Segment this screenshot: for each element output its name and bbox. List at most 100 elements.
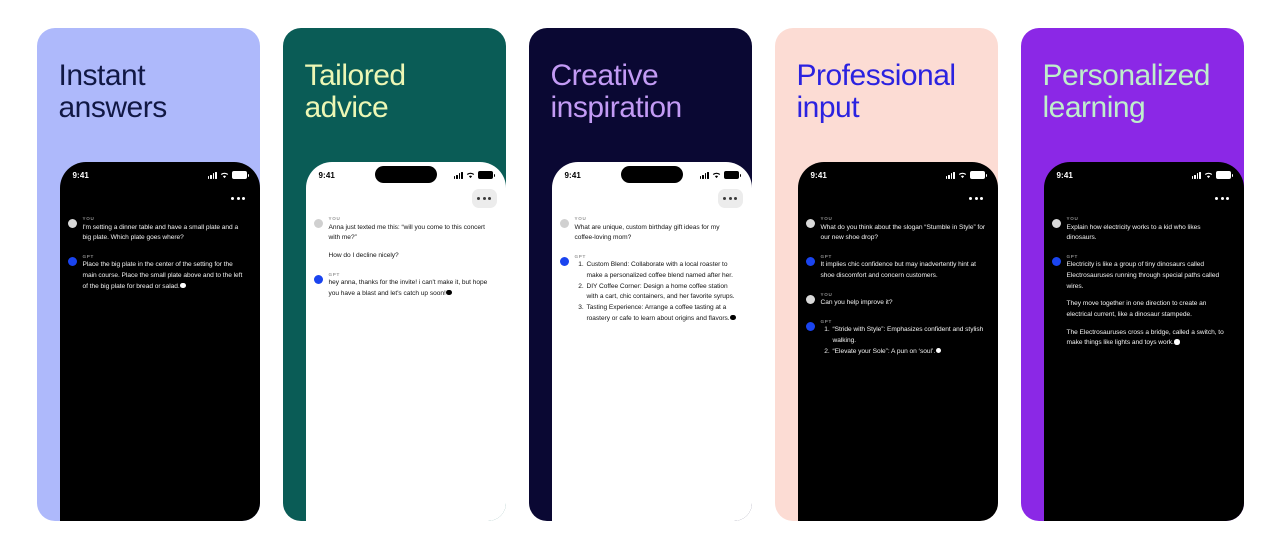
avatar: [313, 274, 323, 284]
message-paragraph: hey anna, thanks for the invite! i can't…: [328, 279, 488, 297]
avatar: [67, 256, 77, 266]
battery-icon: [723, 171, 741, 179]
wifi-icon: [712, 171, 721, 179]
message-text: “Stride with Style”: Emphasizes confiden…: [821, 325, 986, 357]
message-bubble: YOU I'm setting a dinner table and have a…: [83, 216, 248, 244]
message-role-label: YOU: [820, 216, 833, 221]
chat-message: GPT Place the big plate in the center of …: [67, 253, 248, 293]
typing-cursor: [1174, 339, 1180, 345]
status-bar: 9:41: [1044, 162, 1244, 188]
message-paragraph: Explain how electricity works to a kid w…: [1066, 223, 1201, 242]
message-text: It implies chic confidence but may inadv…: [821, 260, 986, 281]
message-text: What are unique, custom birthday gift id…: [575, 223, 740, 244]
status-bar-time: 9:41: [810, 170, 827, 180]
status-bar-time: 9:41: [1056, 170, 1073, 180]
message-role-label: GPT: [820, 318, 833, 324]
overflow-menu-button[interactable]: [964, 189, 989, 208]
message-paragraph: Anna just texted me this: “will you come…: [328, 223, 485, 242]
status-bar-time: 9:41: [564, 170, 581, 180]
message-role-label: GPT: [1066, 253, 1079, 259]
message-paragraph: They move together in one direction to c…: [1066, 300, 1207, 319]
overflow-menu-button[interactable]: [717, 189, 743, 208]
avatar: [67, 219, 77, 228]
message-role-label: GPT: [574, 253, 587, 259]
chat-message: GPT Electricity is like a group of tiny d…: [1051, 254, 1232, 349]
phone-mockup: 9:41 YOU What do you think about the sloga…: [797, 162, 998, 521]
message-role-label: YOU: [1066, 216, 1079, 221]
panel-heading: Professional input: [796, 59, 957, 124]
message-paragraph: Electricity is like a group of tiny dino…: [1066, 261, 1220, 290]
message-text: Place the big plate in the center of the…: [83, 260, 248, 292]
chat-thread: YOU What are unique, custom birthday gift…: [552, 188, 752, 324]
wifi-icon: [1204, 171, 1213, 179]
chat-message: GPTCustom Blend: Collaborate with a loca…: [559, 254, 740, 325]
message-bubble: YOU Explain how electricity works to a ki…: [1067, 216, 1232, 244]
status-bar: 9:41: [552, 162, 752, 188]
message-paragraph: How do I decline nicely?: [328, 251, 399, 259]
message-paragraph: Can you help improve it?: [820, 299, 893, 307]
signal-bars-icon: [453, 171, 463, 179]
chat-message: YOU Anna just texted me this: “will you c…: [313, 216, 494, 262]
overflow-menu-button[interactable]: [471, 189, 497, 208]
dynamic-island: [620, 166, 683, 183]
panel-heading: Instant answers: [58, 59, 168, 124]
signal-bars-icon: [207, 171, 217, 179]
promo-panel-professional-input: Professional input 9:41 YOU What do you thi…: [774, 28, 998, 521]
chat-thread: YOU What do you think about the slogan “S…: [798, 188, 998, 357]
avatar: [805, 256, 815, 266]
status-bar-icons: [945, 171, 987, 179]
phone-mockup: 9:41 YOU Explain how electricity works to …: [1043, 162, 1244, 521]
message-bubble: GPTCustom Blend: Collaborate with a loca…: [575, 254, 740, 325]
status-bar: 9:41: [798, 162, 998, 188]
wifi-icon: [958, 171, 967, 179]
chat-message: GPT hey anna, thanks for the invite! i ca…: [313, 271, 494, 300]
signal-bars-icon: [1191, 171, 1201, 179]
status-bar-icons: [1191, 171, 1233, 179]
message-paragraph: I'm setting a dinner table and have a sm…: [82, 223, 239, 242]
message-bubble: GPT Electricity is like a group of tiny d…: [1067, 254, 1232, 349]
phone-mockup: 9:41 YOU I'm setting a dinner table and ha…: [59, 162, 260, 521]
message-bubble: GPT It implies chic confidence but may in…: [821, 254, 986, 282]
message-list-item: “Stride with Style”: Emphasizes confiden…: [832, 325, 986, 346]
wifi-icon: [220, 171, 229, 179]
message-text: Can you help improve it?: [821, 298, 986, 309]
message-text: Electricity is like a group of tiny dino…: [1067, 260, 1232, 349]
chat-message: GPT It implies chic confidence but may in…: [805, 254, 986, 282]
avatar: [805, 294, 815, 304]
message-bubble: GPT“Stride with Style”: Emphasizes confi…: [821, 319, 986, 358]
message-role-label: GPT: [82, 253, 95, 259]
message-list: “Stride with Style”: Emphasizes confiden…: [821, 325, 986, 357]
message-role-label: GPT: [820, 253, 833, 259]
chat-message: YOU What are unique, custom birthday gift…: [559, 216, 740, 244]
message-text: Anna just texted me this: “will you come…: [329, 223, 494, 262]
avatar: [1051, 219, 1061, 228]
chat-thread: YOU Explain how electricity works to a ki…: [1044, 188, 1244, 349]
message-role-label: YOU: [820, 291, 833, 297]
overflow-menu-button[interactable]: [1210, 189, 1235, 208]
status-bar-icons: [453, 171, 495, 179]
message-paragraph: What are unique, custom birthday gift id…: [574, 223, 720, 242]
message-text: I'm setting a dinner table and have a sm…: [83, 223, 248, 244]
message-bubble: YOU What do you think about the slogan “S…: [821, 216, 986, 244]
message-text: Custom Blend: Collaborate with a local r…: [575, 260, 740, 324]
panel-heading: Personalized learning: [1042, 59, 1211, 124]
wifi-icon: [466, 171, 475, 179]
overflow-menu-button[interactable]: [226, 189, 251, 208]
chat-message: GPT“Stride with Style”: Emphasizes confi…: [805, 319, 986, 358]
avatar: [805, 321, 815, 331]
avatar: [313, 219, 323, 228]
battery-icon: [477, 171, 495, 179]
avatar: [805, 219, 815, 228]
message-list: Custom Blend: Collaborate with a local r…: [575, 260, 740, 324]
promo-panel-tailored-advice: Tailored advice 9:41 YOU Anna just texted m…: [282, 28, 506, 521]
message-list-item: Custom Blend: Collaborate with a local r…: [586, 260, 740, 281]
message-role-label: GPT: [328, 271, 341, 277]
avatar: [559, 256, 569, 266]
battery-icon: [231, 171, 249, 179]
typing-cursor: [446, 289, 452, 296]
battery-icon: [1215, 171, 1233, 179]
message-role-label: YOU: [82, 216, 95, 221]
message-paragraph: It implies chic confidence but may inadv…: [820, 261, 976, 280]
message-bubble: YOU Can you help improve it?: [821, 292, 986, 309]
signal-bars-icon: [699, 171, 709, 179]
